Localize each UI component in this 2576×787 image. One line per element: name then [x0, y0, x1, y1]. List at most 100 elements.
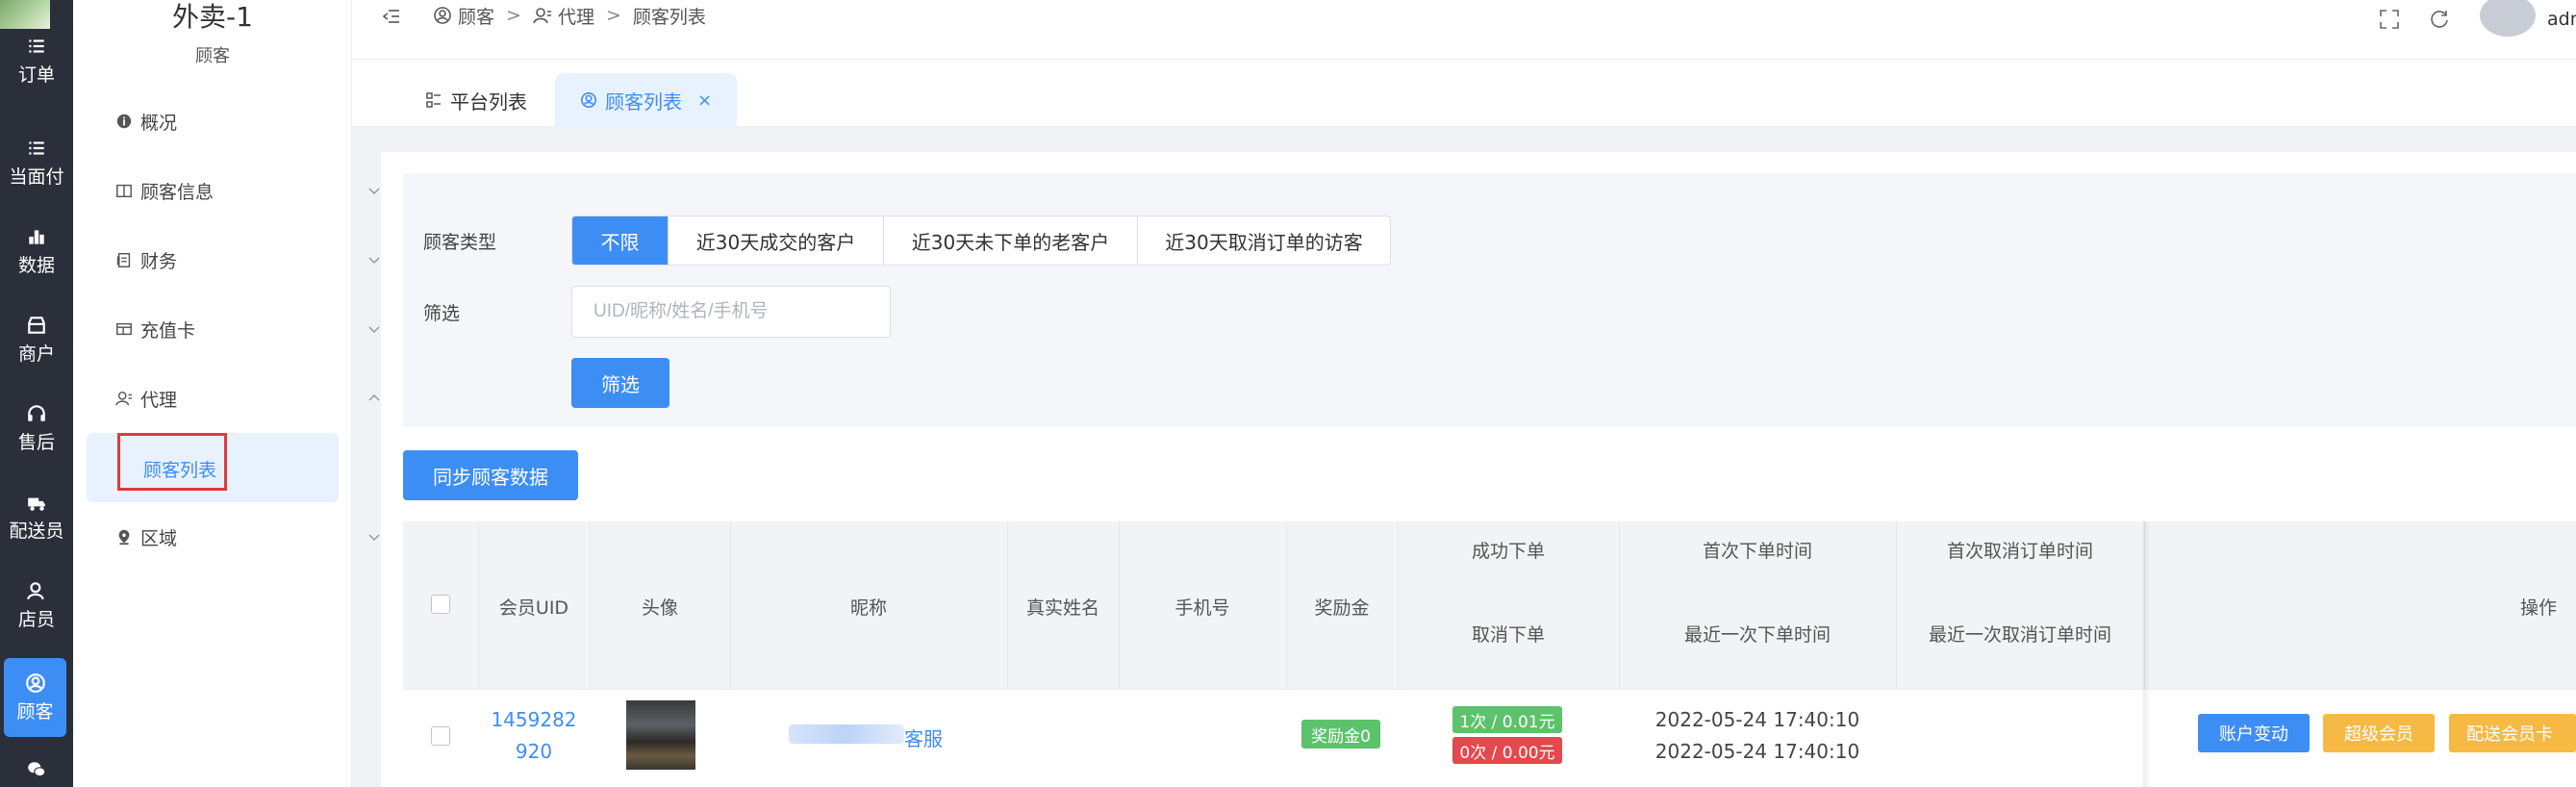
rail-item-label: 售后 — [17, 431, 55, 453]
nickname-link[interactable]: 客服 — [904, 724, 943, 751]
type-option-recent-deal[interactable]: 近30天成交的客户 — [669, 216, 884, 265]
chevron-down-icon — [368, 188, 380, 195]
bar-chart-icon — [29, 229, 44, 244]
sidebar-item-agent[interactable]: 代理 — [115, 379, 385, 418]
username[interactable]: admin — [2547, 9, 2576, 30]
customer-icon — [580, 91, 597, 109]
customer-type-selector: 不限 近30天成交的客户 近30天未下单的老客户 近30天取消订单的访客 — [571, 216, 1391, 266]
location-icon — [118, 529, 130, 546]
chat-icon — [28, 762, 46, 777]
delivery-icon — [28, 497, 45, 511]
customer-type-label: 顾客类型 — [423, 232, 497, 253]
column-header-phone: 手机号 — [1174, 597, 1230, 619]
rail-item-staff[interactable]: 店员 — [0, 566, 73, 645]
refresh-icon[interactable] — [2428, 8, 2451, 31]
sidebar-subtitle: 顾客 — [195, 46, 230, 66]
store-icon — [28, 316, 45, 334]
delivery-member-card-button[interactable]: 配送会员卡 — [2449, 714, 2576, 752]
main-nav-rail: 订单 当面付 数据 商户 售后 配送员 店员 顾客 — [0, 0, 73, 787]
uid-link-continued[interactable]: 920 — [478, 740, 590, 763]
finance-icon — [116, 252, 131, 267]
type-option-cancelled[interactable]: 近30天取消订单的访客 — [1138, 216, 1390, 265]
search-label: 筛选 — [423, 303, 461, 324]
card-icon — [116, 322, 132, 336]
menu-fold-icon[interactable] — [381, 6, 402, 27]
tab-label: 顾客列表 — [605, 89, 682, 114]
column-header-first-cancel-time: 首次取消订单时间 — [1946, 541, 2093, 562]
tab-customer-list[interactable]: 顾客列表 × — [555, 73, 738, 127]
rail-item-label: 订单 — [17, 63, 55, 86]
column-header-last-order-time: 最近一次下单时间 — [1683, 624, 1831, 646]
sidebar-item-label: 区域 — [140, 527, 178, 549]
rail-item-orders[interactable]: 订单 — [0, 19, 73, 102]
info-icon — [116, 114, 132, 129]
sidebar-item-overview[interactable]: 概况 — [115, 102, 385, 140]
sub-sidebar: 外卖-1 顾客 概况 顾客信息 财务 充值卡 代理 顾客列表 区域 — [73, 0, 380, 787]
agent-icon — [115, 391, 133, 406]
sidebar-item-finance[interactable]: 财务 — [115, 241, 385, 279]
chevron-up-icon — [368, 394, 380, 401]
tab-platform-list[interactable]: 平台列表 — [400, 73, 552, 127]
rail-item-label: 配送员 — [9, 520, 64, 542]
avatar[interactable] — [2480, 0, 2536, 37]
fullscreen-icon[interactable] — [2378, 8, 2401, 31]
rail-item-after-sales[interactable]: 售后 — [0, 389, 73, 468]
rail-item-merchant[interactable]: 商户 — [0, 300, 73, 379]
success-orders-badge: 1次 / 0.01元 — [1452, 706, 1562, 733]
rail-item-label: 当面付 — [9, 165, 64, 188]
rail-item-data[interactable]: 数据 — [0, 212, 73, 291]
rail-item-label: 数据 — [17, 254, 55, 276]
first-order-time: 2022-05-24 17:40:10 — [1654, 708, 1860, 731]
search-input[interactable] — [571, 286, 891, 338]
breadcrumb-separator: > — [605, 5, 621, 26]
column-header-avatar: 头像 — [641, 597, 678, 619]
column-header-first-order-time: 首次下单时间 — [1702, 541, 1812, 562]
customer-avatar-image — [626, 700, 695, 770]
rail-item-chat[interactable] — [0, 752, 73, 787]
column-header-nickname: 昵称 — [849, 597, 887, 619]
breadcrumb-item[interactable]: 顾客 — [458, 3, 494, 29]
column-header-uid: 会员UID — [498, 597, 569, 619]
rail-item-label: 顾客 — [16, 700, 54, 723]
sidebar-title: 外卖-1 — [172, 1, 253, 33]
account-change-button[interactable]: 账户变动 — [2198, 714, 2310, 752]
highlight-box — [117, 433, 227, 491]
breadcrumb-item[interactable]: 代理 — [558, 3, 594, 29]
staff-icon — [27, 581, 44, 599]
uid-link[interactable]: 1459282 — [478, 708, 590, 731]
nickname-redacted — [789, 724, 904, 744]
grid-list-icon — [426, 92, 441, 108]
type-option-all[interactable]: 不限 — [572, 216, 669, 265]
breadcrumb: 顾客 > 代理 > 顾客列表 — [433, 2, 706, 29]
book-icon — [116, 184, 132, 198]
filter-button[interactable]: 筛选 — [571, 358, 669, 408]
sync-customers-button[interactable]: 同步顾客数据 — [403, 450, 578, 500]
rail-item-customers[interactable]: 顾客 — [4, 658, 66, 737]
rail-item-delivery[interactable]: 配送员 — [0, 477, 73, 556]
select-all-checkbox[interactable] — [431, 595, 450, 614]
column-header-bonus: 奖励金 — [1314, 597, 1370, 619]
row-checkbox[interactable] — [431, 726, 450, 746]
list-icon — [29, 38, 44, 53]
sidebar-item-customer-info[interactable]: 顾客信息 — [115, 171, 385, 210]
type-option-inactive[interactable]: 近30天未下单的老客户 — [884, 216, 1138, 265]
super-member-button[interactable]: 超级会员 — [2323, 714, 2435, 752]
breadcrumb-item-current: 顾客列表 — [632, 6, 706, 28]
chevron-down-icon — [368, 257, 380, 265]
sidebar-item-label: 顾客信息 — [140, 181, 215, 203]
sidebar-item-region[interactable]: 区域 — [115, 518, 385, 556]
rail-item-label: 店员 — [17, 608, 55, 630]
column-header-success-orders: 成功下单 — [1471, 541, 1545, 562]
cancel-orders-badge: 0次 / 0.00元 — [1452, 737, 1562, 764]
customer-icon — [434, 7, 451, 24]
headset-icon — [28, 404, 45, 421]
sidebar-item-recharge-card[interactable]: 充值卡 — [115, 310, 385, 348]
top-header: 顾客 > 代理 > 顾客列表 admin — [352, 0, 2576, 60]
rail-item-face-pay[interactable]: 当面付 — [0, 123, 73, 202]
sidebar-item-label: 概况 — [140, 112, 178, 134]
sidebar-item-label: 充值卡 — [140, 319, 196, 342]
column-header-actions: 操作 — [2520, 597, 2558, 619]
close-icon[interactable]: × — [697, 90, 712, 111]
breadcrumb-separator: > — [506, 5, 521, 26]
bonus-badge: 奖励金0 — [1301, 720, 1380, 749]
